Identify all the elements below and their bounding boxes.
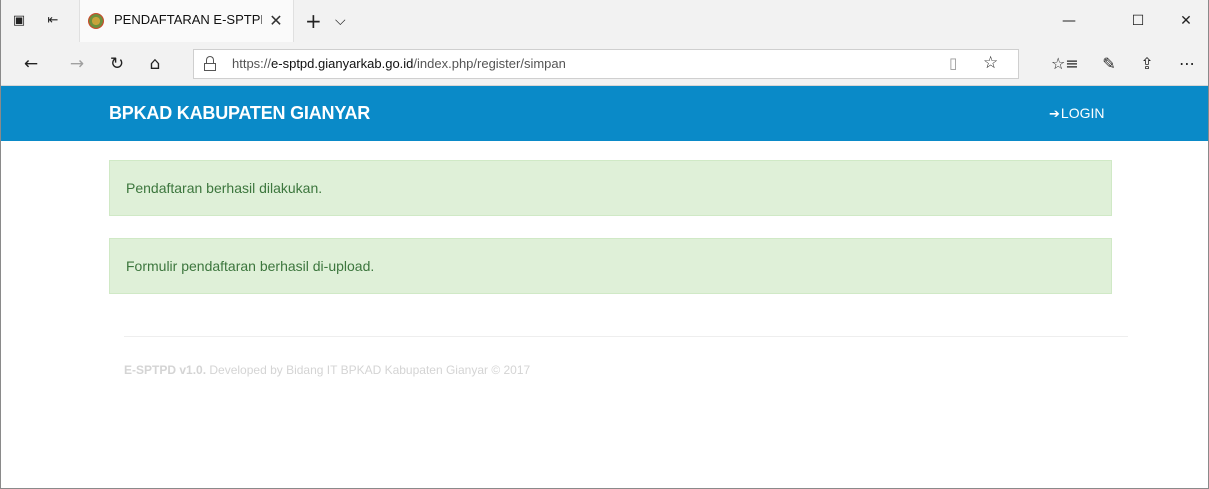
tab-title: PENDAFTARAN E-SPTPD [114, 12, 262, 27]
reading-view-icon[interactable]: ▯ [949, 54, 957, 72]
tab-close-icon[interactable]: ✕ [266, 11, 286, 31]
web-note-pen-icon[interactable]: ✎ [1097, 52, 1121, 76]
refresh-button[interactable]: ↻ [105, 52, 129, 76]
alert-message: Pendaftaran berhasil dilakukan. [126, 180, 323, 196]
forward-button[interactable]: → [65, 52, 89, 76]
add-favorite-star-icon[interactable]: ☆ [983, 53, 998, 73]
maximize-button[interactable]: ☐ [1123, 10, 1153, 32]
alert-message: Formulir pendaftaran berhasil di-upload. [126, 258, 375, 274]
browser-window: ▣ ⇤ PENDAFTARAN E-SPTPD ✕ + ⌵ — ☐ ✕ ← → … [0, 0, 1209, 489]
site-brand[interactable]: BPKAD KABUPATEN GIANYAR [109, 103, 370, 124]
tab-list-chevron-icon[interactable]: ⌵ [335, 10, 346, 32]
title-bar: ▣ ⇤ PENDAFTARAN E-SPTPD ✕ + ⌵ — ☐ ✕ [1, 0, 1208, 42]
success-alert: Pendaftaran berhasil dilakukan. [109, 160, 1112, 216]
address-bar[interactable]: https://e-sptpd.gianyarkab.go.id/index.p… [193, 49, 1019, 79]
site-header: BPKAD KABUPATEN GIANYAR ➔LOGIN [1, 86, 1208, 141]
share-icon[interactable]: ⇪ [1135, 52, 1159, 76]
back-button[interactable]: ← [19, 52, 43, 76]
set-aside-tabs-icon[interactable]: ⇤ [45, 13, 61, 29]
more-options-icon[interactable]: ⋯ [1175, 52, 1199, 76]
success-alert: Formulir pendaftaran berhasil di-upload. [109, 238, 1112, 294]
tab-actions-icon[interactable]: ▣ [11, 13, 27, 29]
minimize-button[interactable]: — [1054, 10, 1084, 32]
navigation-bar: ← → ↻ ⌂ https://e-sptpd.gianyarkab.go.id… [1, 42, 1208, 86]
login-label: LOGIN [1060, 105, 1105, 121]
site-favicon-icon [88, 13, 104, 29]
footer-credit: Developed by Bidang IT BPKAD Kabupaten G… [206, 363, 531, 377]
close-window-button[interactable]: ✕ [1171, 10, 1201, 32]
login-link[interactable]: ➔LOGIN [1049, 105, 1104, 122]
lock-icon[interactable] [204, 56, 216, 72]
favorites-hub-icon[interactable]: ☆≡ [1051, 52, 1079, 76]
sign-in-icon: ➔ [1049, 107, 1060, 122]
active-tab[interactable]: PENDAFTARAN E-SPTPD ✕ [79, 0, 294, 42]
new-tab-button[interactable]: + [305, 10, 322, 32]
url-text[interactable]: https://e-sptpd.gianyarkab.go.id/index.p… [232, 56, 566, 71]
home-button[interactable]: ⌂ [143, 52, 167, 76]
footer-text: E-SPTPD v1.0. Developed by Bidang IT BPK… [124, 363, 530, 377]
footer-version: E-SPTPD v1.0. [124, 363, 207, 377]
footer-divider [124, 336, 1128, 337]
